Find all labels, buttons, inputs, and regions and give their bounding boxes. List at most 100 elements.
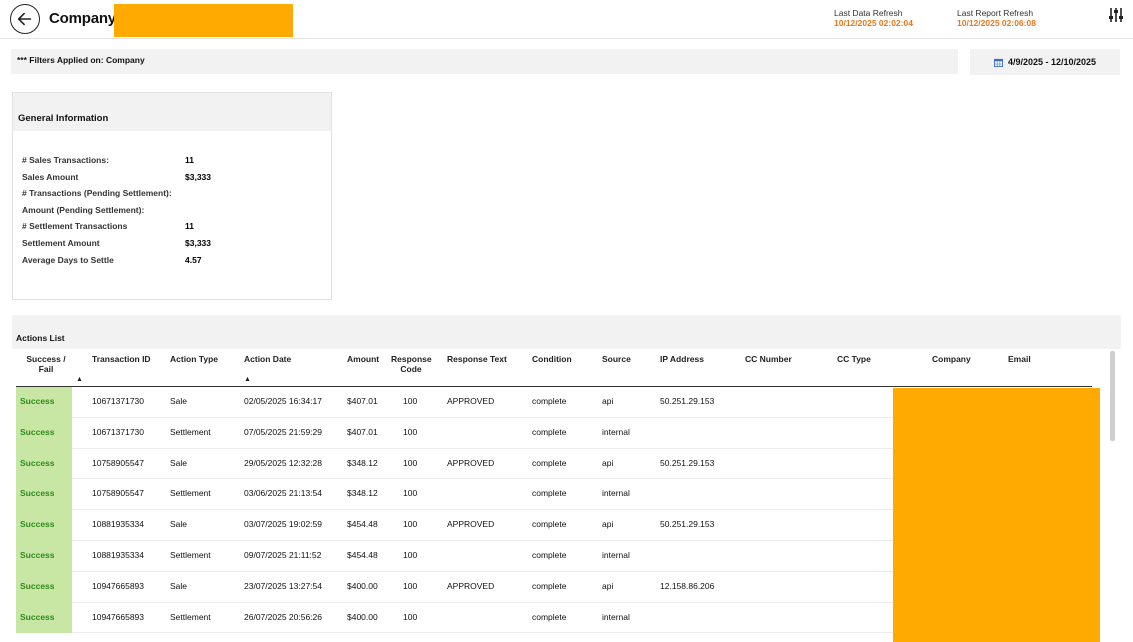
last-report-refresh: Last Report Refresh 10/12/2025 02:06:08 xyxy=(957,8,1036,28)
col-action-date-cell: 26/07/2025 20:56:26 xyxy=(244,611,322,622)
col-source-cell: api xyxy=(602,519,614,530)
col-amount-cell: $400.00 xyxy=(347,611,378,622)
col-condition-cell: complete xyxy=(532,426,567,437)
col-condition-header[interactable]: Condition xyxy=(532,354,572,365)
col-response-text-cell: APPROVED xyxy=(447,519,495,530)
col-response-code-cell: 100 xyxy=(403,488,418,499)
col-amount-cell: $454.48 xyxy=(347,550,378,560)
col-source-cell: internal xyxy=(602,611,630,622)
col-ip-address-cell: 12.158.86.206 xyxy=(660,580,715,591)
status-cell: Success xyxy=(16,541,72,572)
sort-ascending-icon[interactable]: ▲ xyxy=(244,376,251,383)
actions-list-title: Actions List xyxy=(12,315,1121,349)
col-action-date-cell: 23/07/2025 13:27:54 xyxy=(244,580,322,591)
col-ip-address-cell: 50.251.29.153 xyxy=(660,519,715,530)
back-button[interactable] xyxy=(10,4,40,34)
col-source-cell: internal xyxy=(602,426,630,437)
settings-sliders-icon[interactable] xyxy=(1108,7,1124,23)
status-cell: Success xyxy=(16,510,72,541)
col-response-code-cell: 100 xyxy=(403,519,418,530)
col-condition-cell: complete xyxy=(532,488,567,499)
col-source-cell: api xyxy=(602,580,614,591)
col-action-type-cell: Sale xyxy=(170,457,188,468)
info-label: Settlement Amount xyxy=(22,237,100,248)
col-status-header[interactable]: Success / Fail xyxy=(24,354,68,374)
col-source-header[interactable]: Source xyxy=(602,354,631,365)
col-action-type-cell: Sale xyxy=(170,519,188,530)
info-value: 4.57 xyxy=(185,254,202,265)
header-divider xyxy=(0,38,1133,39)
col-company-header[interactable]: Company xyxy=(932,354,971,365)
col-condition-cell: complete xyxy=(532,396,567,406)
col-action-date-cell: 03/07/2025 19:02:59 xyxy=(244,519,322,530)
info-label: # Settlement Transactions xyxy=(22,221,128,232)
col-action-type-cell: Sale xyxy=(170,396,188,406)
col-email-header[interactable]: Email xyxy=(1008,354,1031,365)
status-cell: Success xyxy=(16,417,72,449)
info-value: $3,333 xyxy=(185,237,211,248)
col-action-date-cell: 02/05/2025 16:34:17 xyxy=(244,396,322,406)
col-action-date-header[interactable]: Action Date xyxy=(244,354,291,365)
col-condition-cell: complete xyxy=(532,580,567,591)
date-range-picker[interactable]: 4/9/2025 - 12/10/2025 xyxy=(970,49,1120,75)
info-value: $3,333 xyxy=(185,171,211,182)
col-response-code-cell: 100 xyxy=(403,550,418,560)
filters-applied: *** Filters Applied on: Company xyxy=(11,49,958,74)
col-response-code-cell: 100 xyxy=(403,426,418,437)
last-report-refresh-value: 10/12/2025 02:06:08 xyxy=(957,17,1036,28)
col-amount-header[interactable]: Amount xyxy=(347,354,379,365)
sort-ascending-icon[interactable]: ▲ xyxy=(76,376,83,383)
col-response-code-cell: 100 xyxy=(403,457,418,468)
last-data-refresh: Last Data Refresh 10/12/2025 02:02:04 xyxy=(834,8,913,28)
status-cell: Success xyxy=(16,602,72,634)
col-amount-cell: $407.01 xyxy=(347,426,378,437)
col-transaction-id-header[interactable]: Transaction ID xyxy=(92,354,151,365)
company-name-redacted xyxy=(114,4,293,37)
info-label: Amount (Pending Settlement): xyxy=(22,204,145,215)
col-source-cell: internal xyxy=(602,488,630,499)
col-ip-address-header[interactable]: IP Address xyxy=(660,354,704,365)
col-action-type-cell: Sale xyxy=(170,580,188,591)
info-row: Amount (Pending Settlement): xyxy=(22,205,322,222)
col-transaction-id-cell: 10947665893 xyxy=(92,580,145,591)
info-value: 11 xyxy=(185,221,194,232)
col-response-text-cell: APPROVED xyxy=(447,396,495,406)
info-row: Sales Amount $3,333 xyxy=(22,172,322,189)
info-label: # Sales Transactions: xyxy=(22,155,109,165)
col-amount-cell: $454.48 xyxy=(347,519,378,530)
status-badge: Success xyxy=(20,426,55,437)
last-data-refresh-value: 10/12/2025 02:02:04 xyxy=(834,17,913,28)
status-badge: Success xyxy=(20,550,55,560)
info-row: Settlement Amount $3,333 xyxy=(22,238,322,255)
company-title: Company: xyxy=(49,10,121,27)
col-transaction-id-cell: 10758905547 xyxy=(92,457,145,468)
status-badge: Success xyxy=(20,519,55,530)
col-cc-number-header[interactable]: CC Number xyxy=(745,354,792,365)
col-response-text-header[interactable]: Response Text xyxy=(447,354,507,365)
calendar-icon xyxy=(993,58,1003,67)
general-information-title: General Information xyxy=(13,93,331,131)
col-response-code-header[interactable]: Response Code xyxy=(391,354,432,374)
status-badge: Success xyxy=(20,457,55,468)
col-condition-cell: complete xyxy=(532,611,567,622)
date-range-value: 4/9/2025 - 12/10/2025 xyxy=(1007,57,1097,67)
col-amount-cell: $348.12 xyxy=(347,488,378,499)
col-transaction-id-cell: 10881935334 xyxy=(92,550,145,560)
table-scrollbar[interactable] xyxy=(1110,351,1115,441)
col-condition-cell: complete xyxy=(532,519,567,530)
col-transaction-id-cell: 10947665893 xyxy=(92,611,145,622)
status-badge: Success xyxy=(20,580,55,591)
col-condition-cell: complete xyxy=(532,457,567,468)
col-action-type-header[interactable]: Action Type xyxy=(170,354,218,365)
col-response-code-cell: 100 xyxy=(403,611,418,622)
col-source-cell: api xyxy=(602,396,614,406)
col-transaction-id-cell: 10671371730 xyxy=(92,396,145,406)
col-action-date-cell: 07/05/2025 21:59:29 xyxy=(244,426,322,437)
col-cc-type-header[interactable]: CC Type xyxy=(837,354,871,365)
status-badge: Success xyxy=(20,611,55,622)
info-row: # Transactions (Pending Settlement): xyxy=(22,188,322,205)
col-action-type-cell: Settlement xyxy=(170,426,211,437)
col-action-type-cell: Settlement xyxy=(170,488,211,499)
col-transaction-id-cell: 10881935334 xyxy=(92,519,145,530)
status-cell: Success xyxy=(16,448,72,480)
